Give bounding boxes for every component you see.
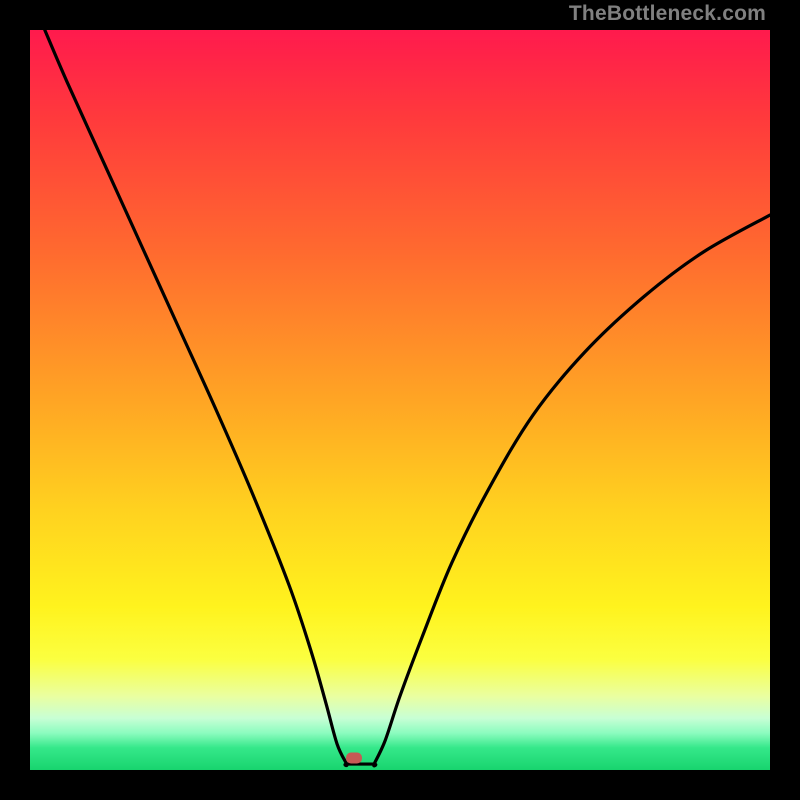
chart-frame: TheBottleneck.com [0, 0, 800, 800]
plot-area [30, 30, 770, 770]
optimal-point-marker [346, 753, 362, 764]
bottleneck-curve [30, 30, 770, 770]
watermark-text: TheBottleneck.com [569, 2, 766, 26]
